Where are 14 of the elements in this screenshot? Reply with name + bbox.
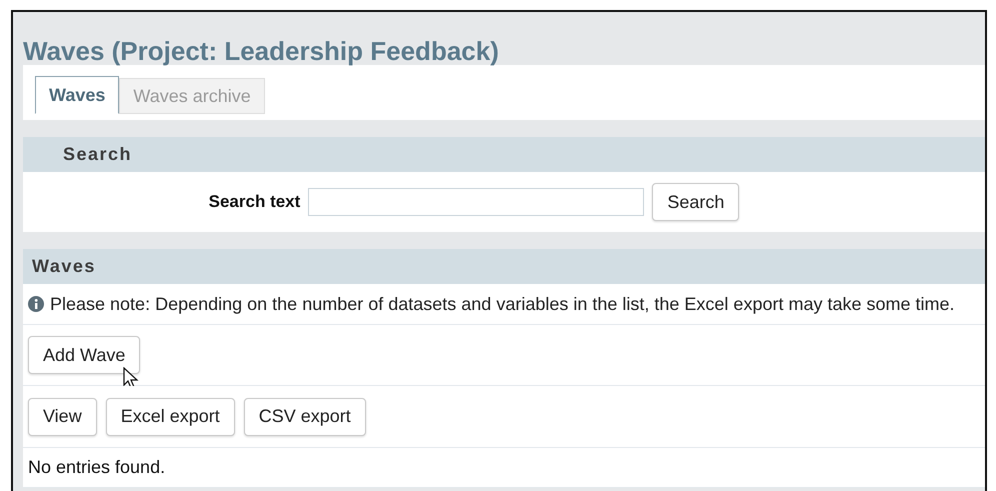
note-text: Please note: Depending on the number of datasets and variables in the list, the Excel export may take some time. xyxy=(50,294,955,314)
tab[interactable]: Waves xyxy=(35,76,120,114)
action-button[interactable]: CSV export xyxy=(244,398,366,436)
field-label: Search text xyxy=(208,192,300,212)
search-button[interactable]: Search xyxy=(652,183,740,221)
section-title: Search xyxy=(63,144,132,165)
action-button[interactable]: Excel export xyxy=(106,398,235,436)
add-wave-button[interactable]: Add Wave xyxy=(28,336,140,374)
empty-message: No entries found. xyxy=(28,457,166,478)
info-icon xyxy=(28,296,44,312)
page-title: Waves (Project: Leadership Feedback) xyxy=(23,35,500,65)
section-title: Waves xyxy=(32,256,96,277)
search-field[interactable] xyxy=(308,188,644,216)
action-button[interactable]: View xyxy=(28,398,97,436)
